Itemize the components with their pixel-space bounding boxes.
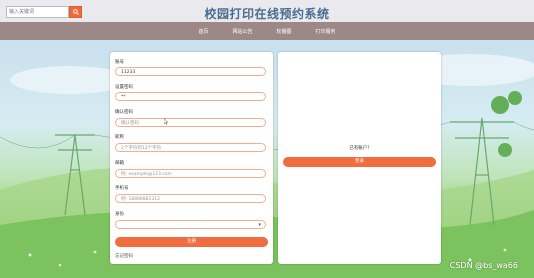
nav-item-print-service[interactable]: 打印服务	[316, 28, 336, 35]
field-label-email: 邮箱	[115, 161, 124, 166]
password-input[interactable]: **	[115, 92, 266, 101]
field-label-account: 账号	[115, 60, 124, 65]
role-select[interactable]: ▾	[115, 220, 266, 229]
field-label-nickname: 昵称	[115, 135, 124, 140]
main-nav: 首页 网站公告 轮播图 打印服务	[0, 22, 534, 40]
field-label-role: 身份	[115, 212, 124, 217]
field-label-confirm-password: 确认密码	[115, 110, 133, 115]
nickname-input[interactable]: 2个字符到12个字符	[115, 143, 266, 152]
nav-item-carousel[interactable]: 轮播图	[277, 28, 292, 35]
nav-item-announcements[interactable]: 网站公告	[232, 28, 252, 35]
forgot-password-link[interactable]: 忘记密码	[115, 253, 133, 259]
nav-item-home[interactable]: 首页	[198, 28, 208, 35]
watermark: CSDN @bs_wa66	[449, 261, 518, 270]
chevron-down-icon: ▾	[258, 222, 261, 228]
account-input[interactable]: 11233	[115, 67, 266, 76]
phone-input[interactable]: 例: 18888882312	[115, 194, 266, 203]
text-cursor-icon	[164, 118, 168, 125]
field-label-phone: 手机号	[115, 186, 129, 191]
register-button[interactable]: 注册	[115, 237, 268, 247]
confirm-password-input[interactable]: 确认密码	[115, 118, 266, 127]
email-input[interactable]: 例: example@123.com	[115, 169, 266, 178]
login-card: 已有账户? 登录	[278, 52, 441, 264]
register-card: 账号 11233 设置密码 ** 确认密码 确认密码 昵称 2个字符到12个字符…	[110, 52, 273, 264]
top-bar: 校园打印在线预约系统	[0, 0, 534, 22]
login-prompt: 已有账户?	[349, 146, 370, 151]
page-title: 校园打印在线预约系统	[204, 7, 330, 21]
login-button[interactable]: 登录	[283, 157, 436, 167]
field-label-password: 设置密码	[115, 85, 133, 90]
